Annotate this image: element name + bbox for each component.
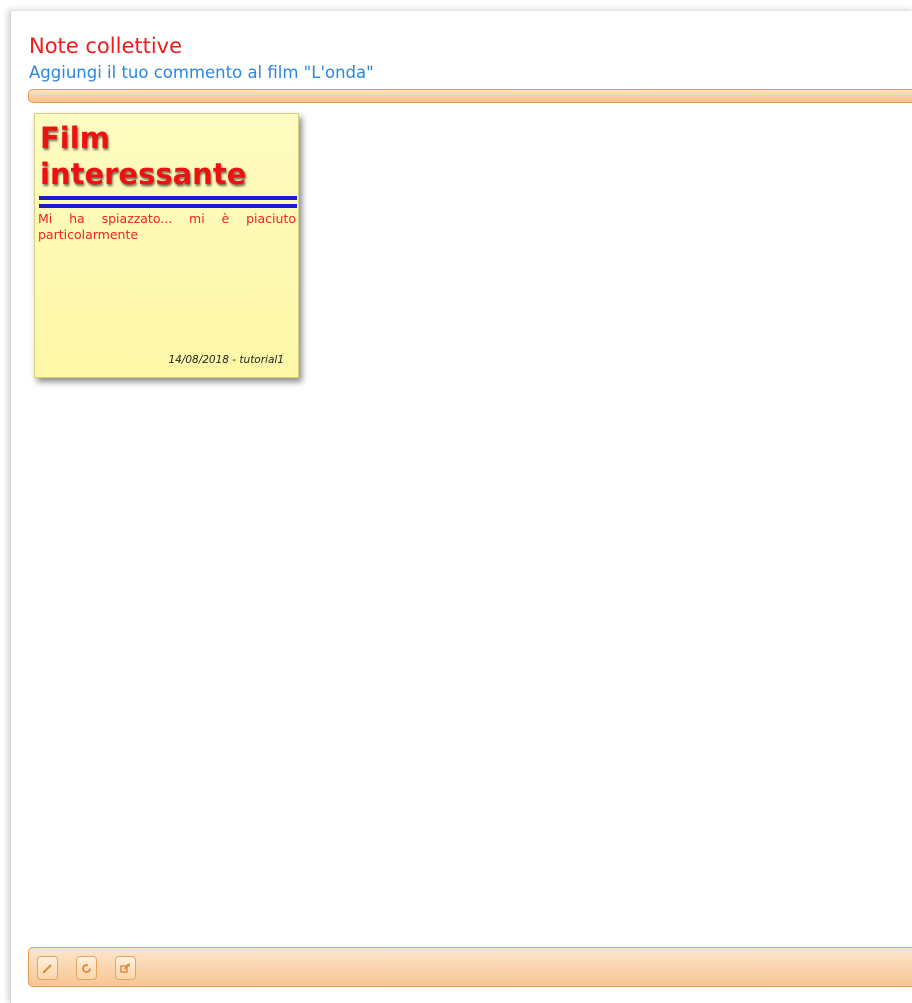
note-body: Mi ha spiazzato... mi è piaciuto partico… <box>38 211 296 242</box>
refresh-button[interactable] <box>76 956 97 980</box>
open-external-button[interactable] <box>115 956 136 980</box>
external-link-icon <box>120 962 131 974</box>
bottom-toolbar <box>28 947 912 987</box>
sticky-note[interactable]: Film interessante Mi ha spiazzato... mi … <box>34 113 299 378</box>
note-footer: 14/08/2018 - tutorial1 <box>168 354 284 366</box>
edit-button[interactable] <box>37 956 58 980</box>
app-frame: Note collettive Aggiungi il tuo commento… <box>10 10 912 1003</box>
page-title: Note collettive <box>29 34 183 58</box>
page-subtitle: Aggiungi il tuo commento al film "L'onda… <box>29 63 374 82</box>
note-divider-top <box>39 196 297 200</box>
refresh-icon <box>81 963 92 974</box>
note-title: Film interessante <box>40 121 247 191</box>
pencil-icon <box>42 963 53 974</box>
top-toolbar-bar <box>28 89 912 103</box>
note-divider-bottom <box>39 204 297 208</box>
